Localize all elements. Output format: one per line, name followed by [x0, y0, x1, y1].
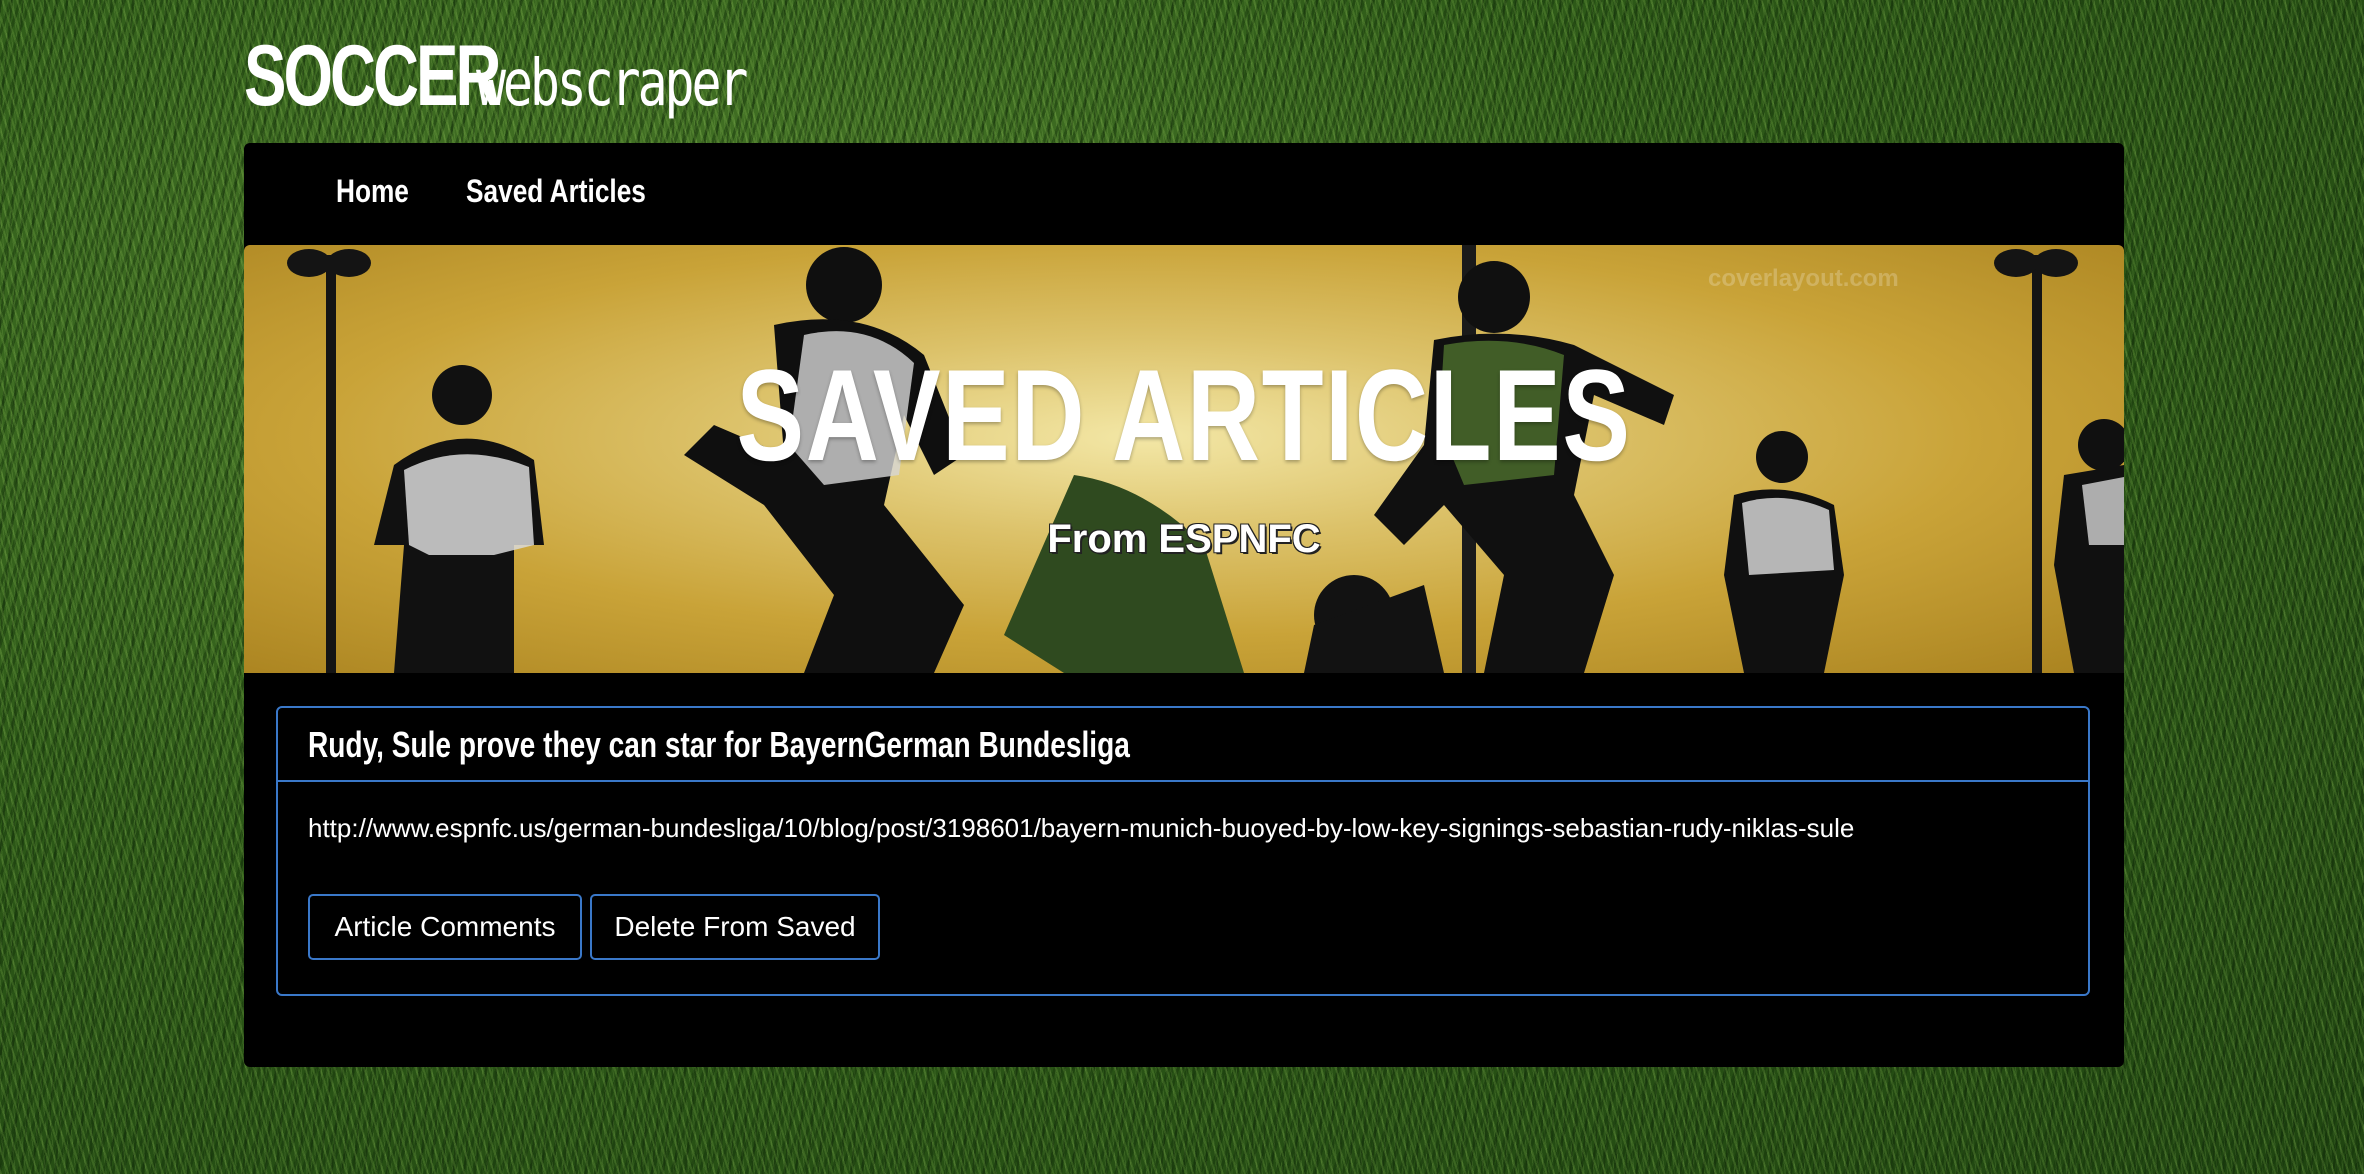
hero-watermark: coverlayout.com [1708, 265, 1899, 292]
page-title: SAVED ARTICLES [736, 342, 1632, 488]
main-panel: Home Saved Articles coverlayout.com SAVE… [244, 143, 2124, 1067]
navbar: Home Saved Articles [244, 143, 2124, 245]
article-card-header: Rudy, Sule prove they can star for Bayer… [278, 708, 2088, 782]
brand-light-text: webscraper [476, 47, 748, 121]
page-subtitle: From ESPNFC [1047, 517, 1321, 561]
brand-strong-text: SOCCER [244, 28, 501, 124]
delete-from-saved-button[interactable]: Delete From Saved [590, 894, 880, 960]
article-card: Rudy, Sule prove they can star for Bayer… [276, 706, 2090, 996]
article-link[interactable]: http://www.espnfc.us/german-bundesliga/1… [308, 812, 1854, 844]
article-comments-button[interactable]: Article Comments [308, 894, 582, 960]
nav-link-home[interactable]: Home [336, 173, 409, 210]
article-title: Rudy, Sule prove they can star for Bayer… [308, 724, 1130, 765]
hero-banner: coverlayout.com SAVED ARTICLES From ESPN… [244, 245, 2124, 673]
brand-logo[interactable]: SOCCER webscraper [244, 28, 821, 124]
nav-link-saved-articles[interactable]: Saved Articles [466, 173, 646, 210]
